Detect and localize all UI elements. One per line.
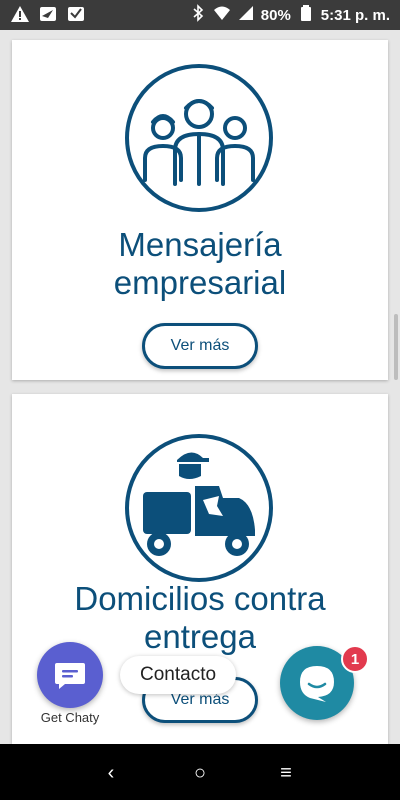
warning-icon [10, 4, 30, 29]
scrollbar-thumb[interactable] [394, 314, 398, 380]
bluetooth-icon [189, 4, 207, 26]
back-button[interactable]: ‹ [96, 758, 126, 788]
navigation-bar: ‹ ○ ≡ [0, 744, 400, 800]
contact-tooltip[interactable]: Contacto [120, 656, 237, 694]
chat-message-icon [55, 663, 85, 689]
recents-button[interactable]: ≡ [271, 758, 301, 788]
wifi-icon [213, 4, 231, 26]
card-title-line1: Domicilios contra [74, 580, 326, 617]
home-button[interactable]: ○ [185, 758, 215, 788]
delivery-scooter-icon [125, 434, 273, 582]
notification-badge: 1 [341, 645, 369, 673]
card-title-line2: empresarial [113, 264, 287, 301]
card-title: Mensajería empresarial [12, 226, 388, 302]
team-people-icon [125, 64, 273, 212]
ver-mas-button[interactable]: Ver más [142, 323, 258, 369]
get-chaty-label: Get Chaty [40, 710, 100, 725]
service-card-mensajeria: Mensajería empresarial Ver más [12, 40, 388, 380]
signal-icon [237, 4, 255, 26]
page-content: Mensajería empresarial Ver más Domicilio… [0, 30, 400, 744]
check-box-icon [66, 4, 86, 29]
card-title-line1: Mensajería [118, 226, 282, 263]
battery-icon [297, 4, 315, 26]
clock: 5:31 p. m. [320, 6, 390, 24]
notification-icons [10, 4, 86, 29]
get-chaty-button[interactable] [37, 642, 103, 708]
send-icon [38, 4, 58, 29]
chat-bubble-icon [300, 666, 334, 702]
system-status: 80% 5:31 p. m. [189, 4, 390, 26]
battery-percent: 80% [260, 6, 291, 24]
status-bar: 80% 5:31 p. m. [0, 0, 400, 30]
